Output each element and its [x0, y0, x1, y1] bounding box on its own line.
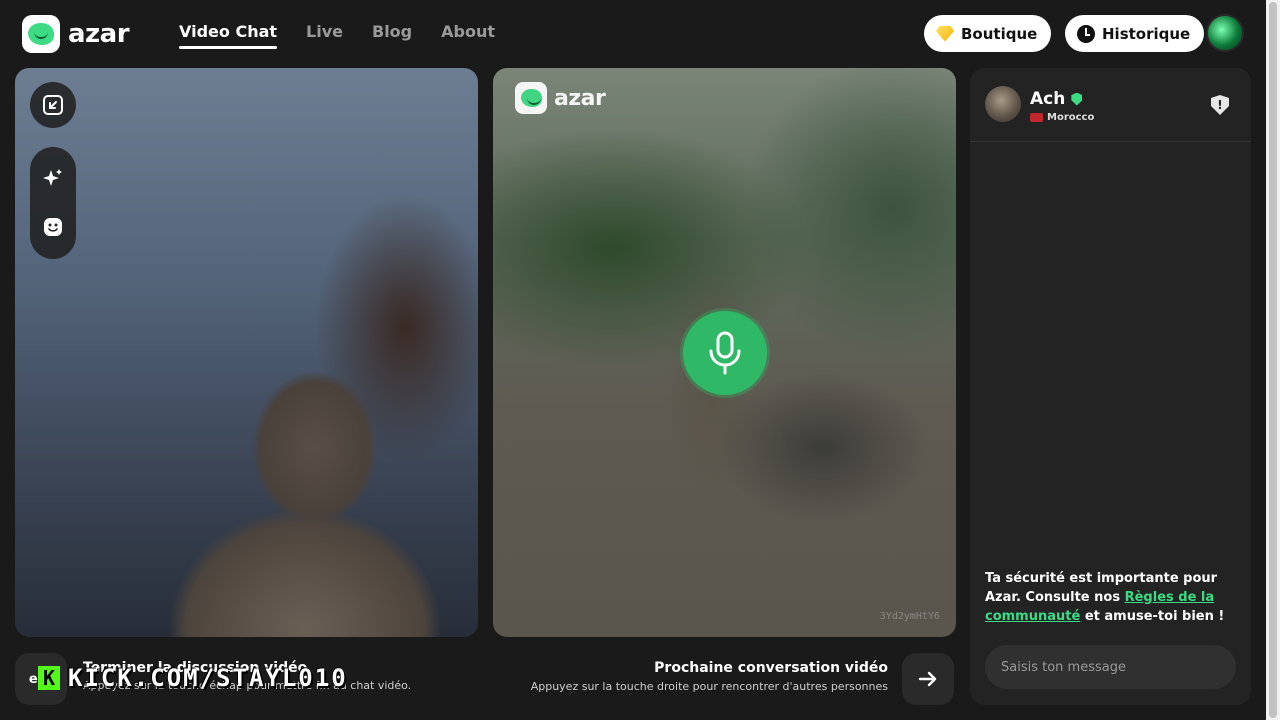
- nav-blog[interactable]: Blog: [372, 22, 412, 49]
- next-chat-hint: Appuyez sur la touche droite pour rencon…: [530, 680, 888, 693]
- arrow-right-icon: [918, 671, 937, 687]
- message-input[interactable]: [985, 645, 1236, 689]
- top-navigation: azar Video Chat Live Blog About Boutique…: [0, 0, 1266, 66]
- effects-toolbar: [30, 147, 76, 259]
- next-chat-button[interactable]: [902, 653, 954, 705]
- sticker-button[interactable]: [42, 216, 64, 238]
- chat-panel: Ach Morocco ! Ta sécurité est importante…: [970, 68, 1251, 705]
- minimize-icon: [43, 95, 63, 115]
- morocco-flag-icon: [1030, 113, 1043, 122]
- minimize-button[interactable]: [30, 82, 76, 128]
- video-watermark-logo: azar: [515, 82, 606, 114]
- effects-button[interactable]: [42, 168, 64, 190]
- next-chat-title: Prochaine conversation vidéo: [654, 660, 888, 676]
- nav-live[interactable]: Live: [306, 22, 343, 49]
- microphone-icon: [709, 331, 741, 375]
- partner-country-row: Morocco: [1030, 112, 1094, 123]
- report-button[interactable]: !: [1211, 95, 1229, 115]
- kick-channel-url: KICK.COM/STAYL010: [68, 664, 348, 692]
- self-video-panel: [15, 68, 478, 637]
- partner-id: 3Yd2ymHtY6: [879, 611, 940, 622]
- verified-icon: [1071, 92, 1083, 106]
- brand-logo[interactable]: azar: [22, 15, 130, 53]
- partner-video-panel: azar 3Yd2ymHtY6: [493, 68, 956, 637]
- boutique-label: Boutique: [961, 24, 1038, 43]
- historique-button[interactable]: Historique: [1065, 15, 1205, 52]
- partner-name: Ach: [1030, 89, 1066, 109]
- nav-video-chat[interactable]: Video Chat: [179, 22, 278, 49]
- page-scrollbar[interactable]: [1266, 0, 1280, 720]
- next-chat-info: Prochaine conversation vidéo Appuyez sur…: [531, 660, 888, 693]
- boutique-button[interactable]: Boutique: [924, 15, 1052, 52]
- partner-country: Morocco: [1047, 112, 1095, 123]
- diamond-icon: [936, 25, 954, 42]
- nav-about[interactable]: About: [441, 22, 495, 49]
- scrollbar-thumb[interactable]: [1269, 2, 1277, 718]
- profile-avatar[interactable]: [1206, 14, 1244, 52]
- historique-label: Historique: [1102, 24, 1191, 43]
- smile-icon: [44, 218, 62, 236]
- clock-icon: [1077, 24, 1095, 43]
- partner-avatar[interactable]: [985, 86, 1021, 122]
- kick-logo-icon: K: [38, 666, 60, 690]
- main-nav: Video Chat Live Blog About: [179, 22, 495, 49]
- safety-text-2: et amuse-toi bien !: [1080, 609, 1225, 624]
- microphone-button[interactable]: [683, 311, 767, 395]
- safety-notice: Ta sécurité est importante pour Azar. Co…: [985, 569, 1237, 626]
- sparkle-icon: [43, 169, 62, 186]
- chat-header: Ach Morocco !: [970, 68, 1251, 142]
- azar-logo-icon: [515, 82, 547, 114]
- watermark-brand-name: azar: [554, 85, 606, 111]
- brand-name: azar: [68, 19, 130, 49]
- azar-logo-icon: [22, 15, 60, 53]
- stream-overlay: K KICK.COM/STAYL010: [38, 664, 348, 692]
- shield-alert-icon: !: [1217, 98, 1223, 112]
- partner-name-row: Ach: [1030, 89, 1083, 109]
